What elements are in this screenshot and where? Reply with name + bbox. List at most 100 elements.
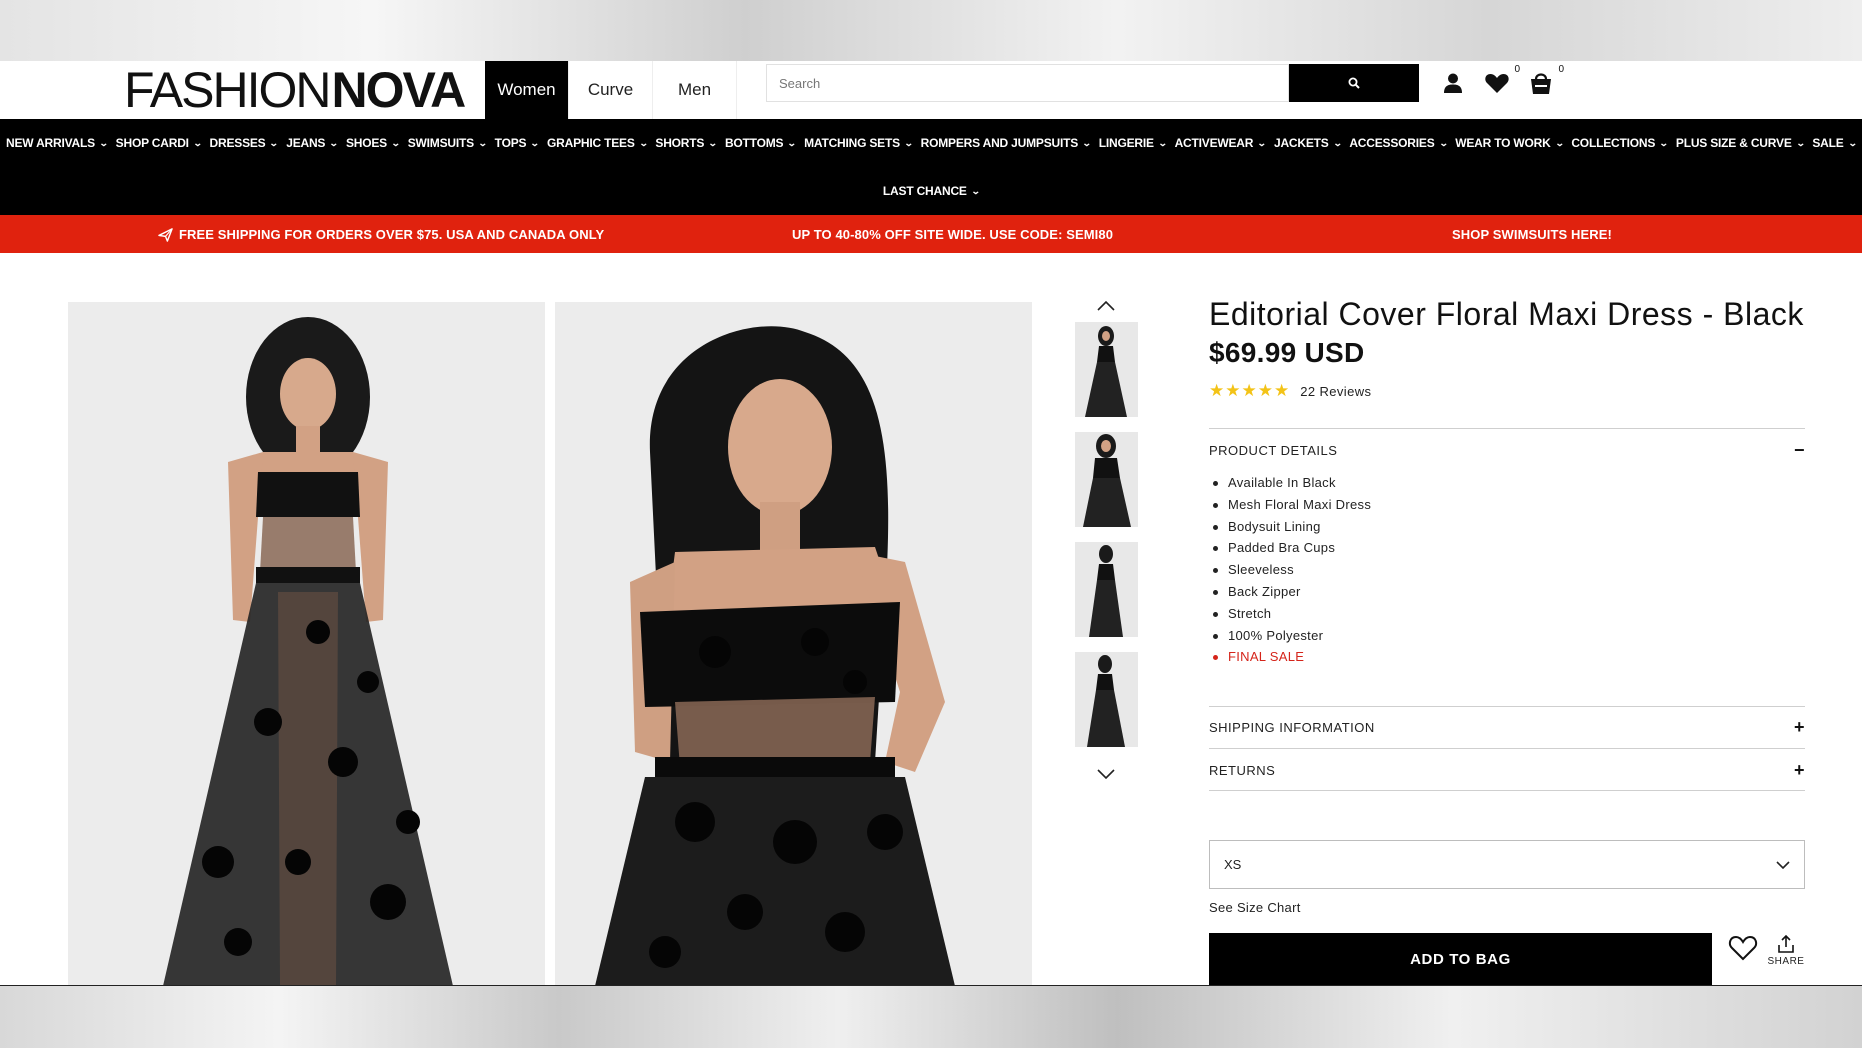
- product-image-1[interactable]: [68, 302, 545, 986]
- plus-icon: +: [1793, 759, 1805, 780]
- browser-bottom-blur: [0, 986, 1862, 1048]
- nav-label: BOTTOMS: [724, 136, 784, 150]
- chevron-down-icon: ⌄: [98, 137, 109, 148]
- nav-item-shorts[interactable]: SHORTS ⌄: [655, 136, 718, 150]
- discount-text: UP TO 40-80% OFF SITE WIDE. USE CODE: SE…: [792, 226, 1114, 242]
- airplane-icon: [158, 227, 173, 242]
- size-select[interactable]: XS: [1209, 840, 1805, 889]
- nav-item-shop-cardi[interactable]: SHOP CARDI ⌄: [116, 136, 203, 150]
- nav-label: ACCESSORIES: [1349, 136, 1435, 150]
- nav-item-graphic-tees[interactable]: GRAPHIC TEES ⌄: [547, 136, 648, 150]
- nav-label: LAST CHANCE: [882, 184, 967, 198]
- list-item: 100% Polyester: [1212, 625, 1371, 647]
- search-button[interactable]: [1289, 64, 1419, 102]
- nav-item-wear-to-work[interactable]: WEAR TO WORK ⌄: [1455, 136, 1564, 150]
- thumbnail-3[interactable]: [1075, 542, 1138, 637]
- chevron-down-icon: ⌄: [329, 137, 339, 148]
- divider: [1209, 748, 1805, 749]
- product-details-list: Available In Black Mesh Floral Maxi Dres…: [1212, 472, 1371, 668]
- thumbnail-4[interactable]: [1075, 652, 1138, 747]
- add-to-bag-button[interactable]: ADD TO BAG: [1209, 933, 1712, 985]
- nav-item-matching-sets[interactable]: MATCHING SETS ⌄: [804, 136, 914, 150]
- selected-size: XS: [1224, 857, 1242, 872]
- cart-count: 0: [1558, 64, 1564, 75]
- nav-item-accessories[interactable]: ACCESSORIES ⌄: [1349, 136, 1448, 150]
- nav-item-rompers-and-jumpsuits[interactable]: ROMPERS AND JUMPSUITS ⌄: [921, 136, 1092, 150]
- returns-heading: RETURNS: [1209, 762, 1276, 778]
- chevron-down-icon: ⌄: [903, 137, 914, 148]
- nav-item-new-arrivals[interactable]: NEW ARRIVALS ⌄: [6, 136, 109, 150]
- nav-item-plus-size-curve[interactable]: PLUS SIZE & CURVE ⌄: [1675, 136, 1806, 150]
- nav-label: MATCHING SETS: [804, 136, 900, 150]
- model-closeup-image: [555, 302, 1032, 986]
- product-rating[interactable]: ★★★★★ 22 Reviews: [1209, 381, 1805, 401]
- nav-item-swimsuits[interactable]: SWIMSUITS ⌄: [407, 136, 488, 150]
- returns-toggle[interactable]: RETURNS +: [1209, 759, 1805, 780]
- tab-curve[interactable]: Curve: [569, 61, 653, 119]
- chevron-down-icon: ⌄: [1438, 137, 1448, 148]
- search-bar: [766, 64, 1419, 102]
- logo-text-bold: NOVA: [331, 62, 466, 118]
- discount-link[interactable]: UP TO 40-80% OFF SITE WIDE. USE CODE: SE…: [792, 227, 1113, 242]
- list-item: Mesh Floral Maxi Dress: [1212, 494, 1371, 516]
- product-image-2[interactable]: [555, 302, 1032, 986]
- nav-item-lingerie[interactable]: LINGERIE ⌄: [1099, 136, 1168, 150]
- search-input[interactable]: [766, 64, 1289, 102]
- cart-button[interactable]: 0: [1528, 64, 1564, 96]
- tab-men[interactable]: Men: [653, 61, 737, 119]
- free-shipping-link[interactable]: FREE SHIPPING FOR ORDERS OVER $75. USA A…: [158, 227, 604, 242]
- list-item: Back Zipper: [1212, 581, 1371, 603]
- chevron-down-icon: [1097, 769, 1115, 779]
- shop-swimsuits-link[interactable]: SHOP SWIMSUITS HERE!: [1452, 227, 1612, 242]
- nav-label: SWIMSUITS: [407, 136, 474, 150]
- wishlist-button[interactable]: 0: [1484, 64, 1520, 96]
- minus-icon: −: [1793, 439, 1805, 460]
- shipping-information-toggle[interactable]: SHIPPING INFORMATION +: [1209, 716, 1805, 737]
- shop-swimsuits-text: SHOP SWIMSUITS HERE!: [1452, 226, 1612, 242]
- thumbnail-2[interactable]: [1075, 432, 1138, 527]
- thumbnail-image: [1075, 542, 1138, 637]
- fashion-nova-logo[interactable]: FASHION NOVA: [124, 62, 466, 118]
- plus-icon: +: [1793, 716, 1805, 737]
- chevron-down-icon: ⌄: [192, 137, 203, 148]
- divider: [1209, 428, 1805, 429]
- nav-label: JEANS: [286, 136, 326, 150]
- add-to-wishlist-button[interactable]: [1727, 932, 1759, 964]
- thumbnails-down-button[interactable]: [1094, 764, 1118, 784]
- share-button[interactable]: SHARE: [1766, 934, 1806, 978]
- nav-item-shoes[interactable]: SHOES ⌄: [346, 136, 401, 150]
- account-button[interactable]: [1440, 70, 1466, 96]
- thumbnails-up-button[interactable]: [1094, 296, 1118, 316]
- search-icon: [1348, 77, 1360, 89]
- nav-item-jeans[interactable]: JEANS ⌄: [286, 136, 339, 150]
- nav-item-tops[interactable]: TOPS ⌄: [495, 136, 540, 150]
- promo-bar: FREE SHIPPING FOR ORDERS OVER $75. USA A…: [0, 215, 1862, 253]
- share-icon: [1778, 934, 1794, 953]
- list-item: Available In Black: [1212, 472, 1371, 494]
- nav-item-bottoms[interactable]: BOTTOMS ⌄: [724, 136, 797, 150]
- nav-label: JACKETS: [1273, 136, 1329, 150]
- tab-women[interactable]: Women: [485, 61, 569, 119]
- chevron-down-icon: ⌄: [1795, 137, 1806, 148]
- chevron-down-icon: ⌄: [390, 137, 401, 148]
- nav-item-dresses[interactable]: DRESSES ⌄: [210, 136, 280, 150]
- site-header: FASHIONNOVA Women Curve Men 0 0: [0, 61, 1862, 119]
- nav-row: NEW ARRIVALS ⌄ SHOP CARDI ⌄ DRESSES ⌄ JEANS…: [0, 119, 1862, 167]
- size-chart-link[interactable]: See Size Chart: [1209, 900, 1301, 915]
- thumbnail-1[interactable]: [1075, 322, 1138, 417]
- wishlist-count: 0: [1514, 64, 1520, 75]
- list-item: Sleeveless: [1212, 559, 1371, 581]
- chevron-down-icon: ⌄: [1157, 137, 1168, 148]
- nav-item-activewear[interactable]: ACTIVEWEAR ⌄: [1175, 136, 1267, 150]
- nav-label: PLUS SIZE & CURVE: [1675, 136, 1792, 150]
- product-info: Editorial Cover Floral Maxi Dress - Blac…: [1209, 296, 1805, 401]
- thumbnail-image: [1075, 322, 1138, 417]
- nav-label: GRAPHIC TEES: [547, 136, 635, 150]
- nav-item-collections[interactable]: COLLECTIONS ⌄: [1571, 136, 1669, 150]
- nav-item-last-chance[interactable]: LAST CHANCE ⌄: [882, 184, 981, 198]
- nav-item-jackets[interactable]: JACKETS ⌄: [1273, 136, 1342, 150]
- final-sale-item: FINAL SALE: [1212, 646, 1371, 668]
- nav-item-sale[interactable]: SALE ⌄: [1812, 136, 1857, 150]
- header-icons: 0 0: [1440, 64, 1564, 101]
- product-details-toggle[interactable]: PRODUCT DETAILS −: [1209, 439, 1805, 460]
